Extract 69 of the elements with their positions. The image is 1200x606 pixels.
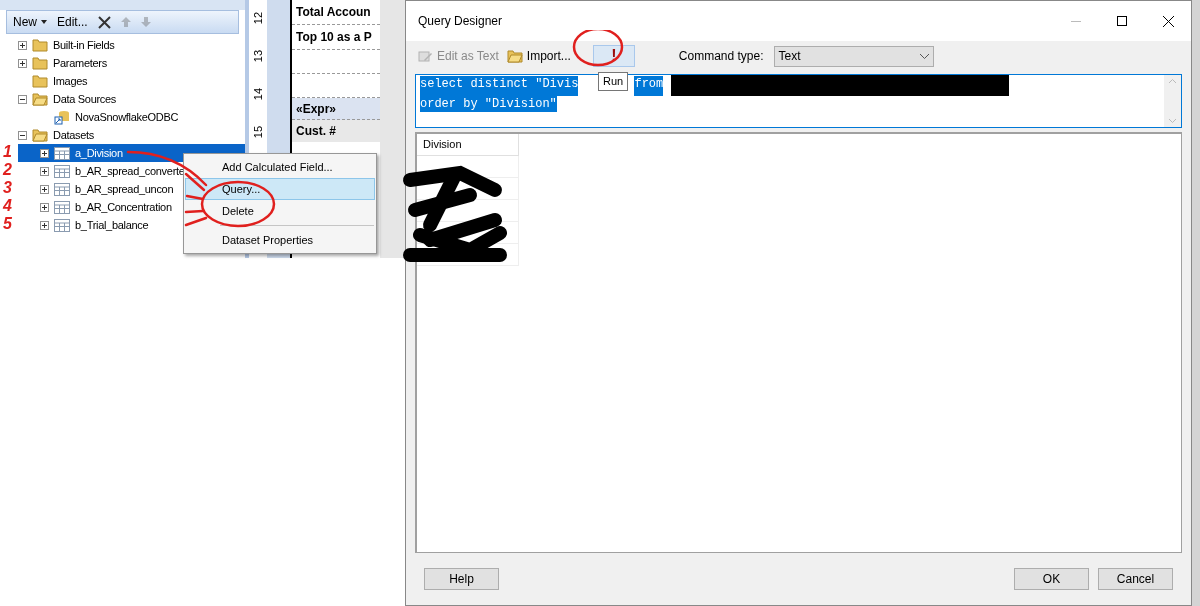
tree-item[interactable]: Built-in Fields [18, 36, 245, 54]
help-button[interactable]: Help [424, 568, 499, 590]
folder-icon [32, 74, 48, 88]
expand-toggle[interactable] [18, 40, 27, 50]
plus-icon [41, 221, 48, 229]
tree-item[interactable]: NovaSnowflakeODBC [18, 108, 245, 126]
tree-item[interactable]: Images [18, 72, 245, 90]
expand-toggle[interactable] [40, 220, 49, 230]
expand-toggle[interactable] [40, 148, 49, 158]
expression-text: «Expr» [296, 100, 337, 118]
folder-icon [32, 38, 48, 52]
tree-item[interactable]: Datasets [18, 126, 245, 144]
table-icon [54, 218, 70, 232]
handwritten-number: 3 [3, 179, 12, 197]
table-icon [54, 200, 70, 214]
open-folder-icon [32, 92, 48, 106]
caret-icon [41, 20, 47, 24]
cancel-button[interactable]: Cancel [1098, 568, 1173, 590]
window-title: Query Designer [418, 13, 503, 30]
ruler-number: 12 [250, 11, 265, 25]
handwritten-number: 4 [3, 197, 12, 215]
marker-stroke [184, 209, 205, 214]
database-icon [54, 109, 70, 125]
column-header-text: Cust. # [296, 123, 336, 140]
open-folder-icon [32, 128, 48, 142]
query-text: order by "Division" [420, 96, 557, 112]
table-icon [54, 182, 70, 196]
handwritten-number: 1 [3, 143, 12, 161]
handwritten-number: 2 [3, 161, 12, 179]
collapse-toggle[interactable] [18, 94, 27, 104]
query-text: from [634, 76, 664, 96]
marker-stroke [184, 216, 208, 227]
plus-icon [41, 185, 48, 193]
ruler-number: 15 [250, 125, 265, 139]
ruler-number: 13 [250, 49, 265, 63]
marker-stroke [185, 194, 205, 201]
folder-icon [32, 56, 48, 70]
plus-icon [41, 167, 48, 175]
edit-button[interactable]: Edit... [57, 13, 88, 31]
plus-icon [19, 59, 26, 67]
command-type-label: Command type: [678, 48, 764, 65]
collapse-toggle[interactable] [18, 130, 27, 140]
report-title-text: Total Accoun [296, 4, 371, 21]
menu-item[interactable]: Query... [185, 178, 375, 200]
chevron-down-icon [919, 53, 929, 59]
plus-icon [19, 41, 26, 49]
command-type-dropdown[interactable]: Text [773, 45, 934, 67]
expand-toggle[interactable] [40, 184, 49, 194]
query-text: select distinct "Divis [420, 76, 579, 96]
tree-item[interactable]: Parameters [18, 54, 245, 72]
table-icon [54, 146, 70, 160]
delete-icon[interactable] [97, 15, 111, 29]
tree-item[interactable]: Data Sources [18, 90, 245, 108]
plus-icon [41, 203, 48, 211]
plus-icon [41, 149, 48, 157]
edit-icon [418, 49, 433, 63]
new-menu-button[interactable]: New [13, 13, 47, 31]
table-icon [54, 164, 70, 178]
handwritten-number: 5 [3, 215, 12, 233]
ruler-number: 14 [250, 87, 265, 101]
import-button[interactable]: Import... [504, 45, 573, 67]
report-title-text: Top 10 as a P [296, 29, 372, 46]
column-header: Division [417, 134, 519, 156]
expand-toggle[interactable] [18, 58, 27, 68]
expand-toggle[interactable] [40, 166, 49, 176]
tooltip: Run [598, 72, 629, 91]
open-folder-icon [506, 49, 523, 63]
expand-toggle[interactable] [40, 202, 49, 212]
ok-button[interactable]: OK [1014, 568, 1089, 590]
